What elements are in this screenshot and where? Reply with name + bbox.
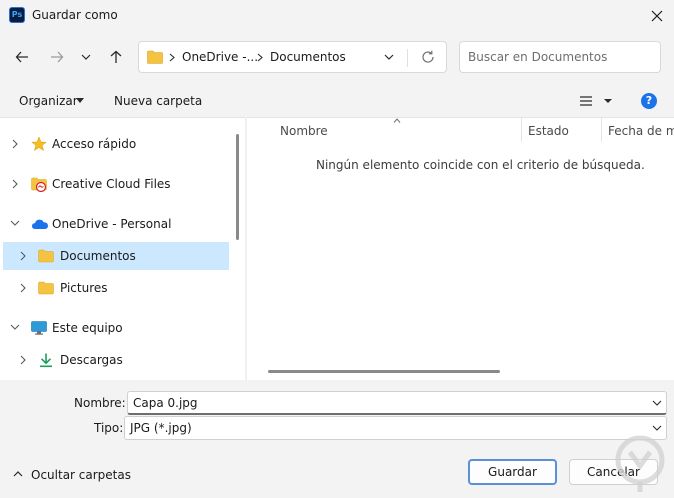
empty-results-message: Ningún elemento coincide con el criterio…: [316, 158, 645, 172]
new-folder-button[interactable]: Nueva carpeta: [114, 94, 202, 108]
chevron-right-icon[interactable]: [12, 179, 18, 189]
file-list-scrollbar[interactable]: [268, 370, 500, 373]
chevron-right-icon: [257, 53, 263, 62]
chevron-down-icon[interactable]: [10, 220, 20, 226]
folder-icon: [38, 281, 54, 295]
view-options-button[interactable]: [578, 93, 614, 109]
breadcrumb-onedrive[interactable]: OneDrive -...: [182, 50, 258, 64]
nav-pane-scrollbar[interactable]: [236, 134, 239, 240]
watermark-logo: [615, 435, 665, 492]
nav-item-creative-cloud-files[interactable]: Creative Cloud Files: [3, 170, 229, 198]
folder-icon: [38, 249, 54, 263]
chevron-down-icon[interactable]: [652, 400, 662, 406]
close-icon: [651, 10, 663, 22]
view-list-icon: [580, 96, 612, 106]
filename-input[interactable]: Capa 0.jpg: [127, 391, 667, 415]
chevron-up-icon[interactable]: [13, 471, 23, 477]
folder-icon: [147, 50, 163, 64]
nav-item-label: Creative Cloud Files: [52, 177, 171, 191]
download-icon: [40, 353, 52, 368]
filetype-label: Tipo:: [94, 421, 124, 435]
arrow-left-icon: [15, 51, 28, 63]
search-input[interactable]: [459, 41, 661, 73]
nav-item-pictures[interactable]: Pictures: [3, 274, 229, 302]
arrow-up-icon: [110, 50, 122, 63]
column-header-date[interactable]: Fecha de mo: [608, 124, 674, 138]
chevron-right-icon[interactable]: [20, 251, 26, 261]
organize-menu-button[interactable]: Organizar: [19, 94, 78, 108]
nav-item-label: Acceso rápido: [52, 137, 137, 151]
save-button[interactable]: Guardar: [468, 459, 557, 485]
column-separator[interactable]: [521, 118, 522, 142]
hide-folders-button[interactable]: Ocultar carpetas: [31, 468, 131, 482]
recent-locations-button[interactable]: [74, 43, 98, 71]
nav-item-label: Documentos: [60, 249, 136, 263]
chevron-right-icon[interactable]: [20, 283, 26, 293]
nav-item-onedrive[interactable]: OneDrive - Personal: [3, 210, 229, 238]
chevron-down-icon[interactable]: [652, 425, 662, 431]
caret-down-icon: [76, 98, 84, 103]
help-icon[interactable]: ?: [641, 93, 657, 109]
breadcrumb-documentos[interactable]: Documentos: [270, 50, 346, 64]
refresh-button[interactable]: [414, 43, 442, 71]
filename-label: Nombre:: [74, 396, 126, 410]
forward-button[interactable]: [43, 43, 71, 71]
cloud-icon: [32, 219, 48, 229]
window-title: Guardar como: [32, 8, 118, 22]
address-divider: [407, 49, 408, 67]
arrow-right-icon: [51, 51, 64, 63]
star-icon: [31, 136, 47, 152]
nav-item-documentos[interactable]: Documentos: [3, 242, 229, 270]
nav-item-this-pc[interactable]: Este equipo: [3, 314, 229, 342]
nav-item-label: OneDrive - Personal: [52, 217, 172, 231]
column-header-name[interactable]: Nombre: [280, 124, 328, 138]
nav-item-label: Este equipo: [52, 321, 123, 335]
sort-ascending-icon: [393, 118, 401, 123]
photoshop-app-icon: Ps: [9, 7, 25, 23]
close-button[interactable]: [640, 0, 674, 32]
address-history-button[interactable]: [377, 43, 401, 71]
chevron-down-icon[interactable]: [10, 324, 20, 330]
chevron-right-icon[interactable]: [12, 139, 18, 149]
monitor-icon: [31, 321, 47, 335]
toolbar: [0, 86, 674, 116]
up-button[interactable]: [102, 43, 130, 71]
chevron-right-icon[interactable]: [20, 355, 26, 365]
file-list-pane[interactable]: Nombre Estado Fecha de mo Ningún element…: [247, 117, 674, 380]
creative-cloud-icon: [31, 177, 47, 192]
nav-item-quick-access[interactable]: Acceso rápido: [3, 130, 229, 158]
nav-item-label: Descargas: [60, 353, 123, 367]
chevron-right-icon: [169, 53, 175, 62]
navigation-pane[interactable]: Acceso rápido Creative Cloud Files OneDr…: [0, 117, 245, 380]
nav-item-descargas[interactable]: Descargas: [3, 346, 229, 374]
back-button[interactable]: [8, 43, 36, 71]
nav-item-label: Pictures: [60, 281, 108, 295]
chevron-down-icon: [81, 54, 91, 60]
column-separator[interactable]: [601, 118, 602, 142]
refresh-icon: [422, 50, 434, 63]
chevron-down-icon: [384, 54, 394, 60]
column-header-status[interactable]: Estado: [528, 124, 569, 138]
filetype-select[interactable]: JPG (*.jpg): [124, 416, 667, 440]
